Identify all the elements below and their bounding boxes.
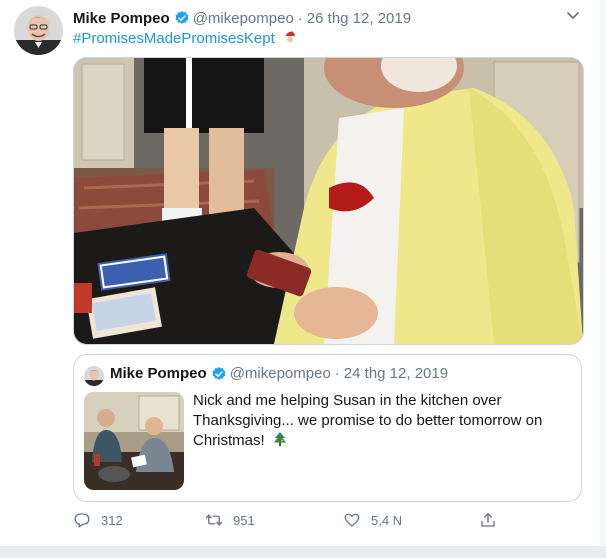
quoted-author-name: Mike Pompeo <box>110 365 207 382</box>
tweet-header: Mike Pompeo @mikepompeo · 26 thg 12, 201… <box>73 8 593 28</box>
quoted-tweet-header: Mike Pompeo @mikepompeo · 24 thg 12, 201… <box>110 365 448 382</box>
like-count: 5,4 N <box>371 512 403 528</box>
santa-emoji-icon <box>284 30 297 43</box>
quoted-header-separator: · <box>334 365 340 382</box>
quoted-tweet-date: 24 thg 12, 2019 <box>343 365 449 382</box>
tweet-card[interactable]: Mike Pompeo @mikepompeo · 26 thg 12, 201… <box>0 0 601 546</box>
retweet-action[interactable]: 951 <box>205 511 255 529</box>
quoted-author-avatar <box>84 366 104 386</box>
chevron-down-icon[interactable] <box>566 10 580 22</box>
retweet-count: 951 <box>233 512 255 528</box>
tweet-actions: 312 951 5,4 N <box>73 511 513 531</box>
tweet-date[interactable]: 26 thg 12, 2019 <box>307 10 411 27</box>
quoted-tweet-photo <box>84 392 184 490</box>
like-action[interactable]: 5,4 N <box>343 511 402 529</box>
quoted-tweet-body: Nick and me helping Susan in the kitchen… <box>193 392 543 449</box>
author-avatar[interactable] <box>14 6 63 55</box>
quoted-tweet[interactable]: Mike Pompeo @mikepompeo · 24 thg 12, 201… <box>73 354 582 502</box>
timeline-scroll-edge <box>600 0 606 546</box>
hashtag-link[interactable]: #PromisesMadePromisesKept <box>73 30 275 47</box>
quoted-author-handle: @mikepompeo <box>229 365 331 382</box>
like-icon[interactable] <box>343 511 361 529</box>
reply-count: 312 <box>101 512 123 528</box>
quoted-tweet-text: Nick and me helping Susan in the kitchen… <box>193 391 573 451</box>
tweet-photo[interactable] <box>73 57 584 345</box>
christmas-tree-icon <box>273 432 286 446</box>
reply-icon[interactable] <box>73 511 91 529</box>
retweet-icon[interactable] <box>205 511 223 529</box>
author-name[interactable]: Mike Pompeo <box>73 10 170 27</box>
share-icon[interactable] <box>479 511 497 529</box>
reply-action[interactable]: 312 <box>73 511 123 529</box>
author-handle[interactable]: @mikepompeo <box>193 10 294 27</box>
tweet-text: #PromisesMadePromisesKept <box>73 29 298 47</box>
verified-badge-icon <box>175 11 189 24</box>
verified-badge-icon <box>212 366 226 380</box>
share-action[interactable] <box>479 511 507 529</box>
header-separator: · <box>297 9 303 27</box>
tweet-divider <box>0 546 606 558</box>
